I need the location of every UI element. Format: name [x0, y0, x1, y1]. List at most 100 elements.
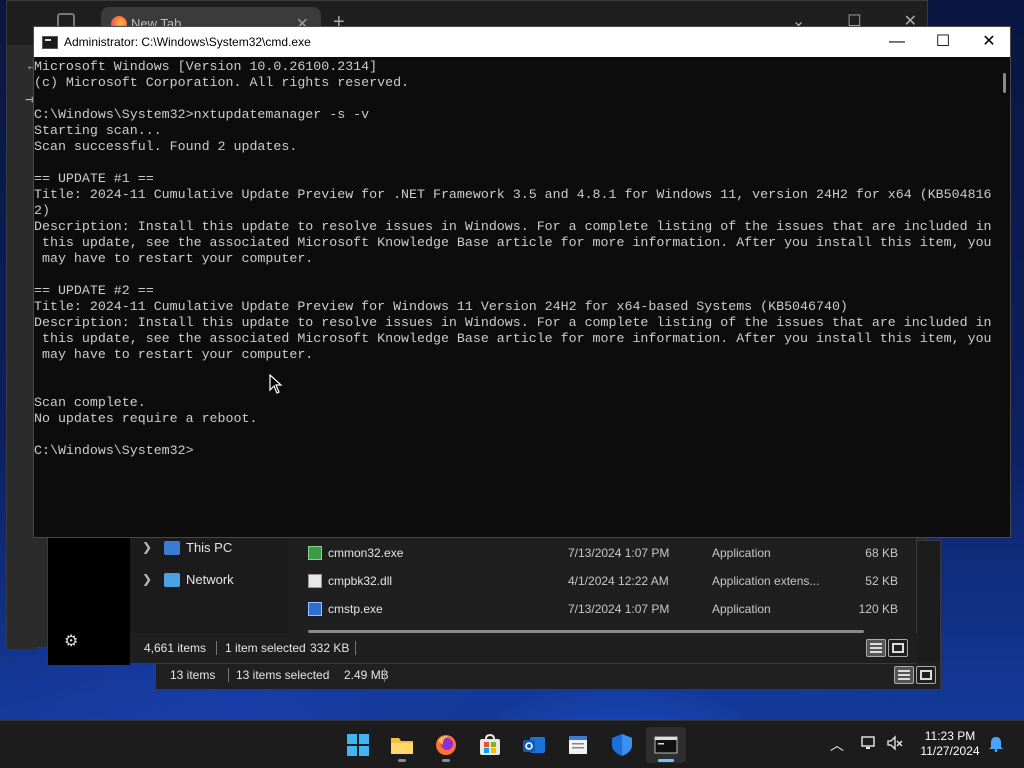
console-line: C:\Windows\System32>	[34, 443, 194, 458]
taskbar-file-explorer[interactable]	[382, 727, 422, 763]
volume-muted-icon[interactable]	[886, 735, 904, 751]
close-button[interactable]: ✕	[966, 30, 1012, 54]
status-size: 332 KB	[310, 641, 350, 655]
taskbar-firefox[interactable]	[426, 727, 466, 763]
nav-item-label: Network	[186, 572, 234, 587]
cmd-app-icon	[42, 36, 58, 49]
console-line: may have to restart your computer.	[34, 347, 314, 362]
running-indicator	[398, 759, 406, 762]
status-bar: 13 items 13 items selected 2.49 MB	[156, 661, 940, 689]
chevron-right-icon[interactable]: ❯	[142, 572, 152, 586]
details-view-button[interactable]	[894, 666, 914, 684]
file-row[interactable]: cmmon32.exe 7/13/2024 1:07 PM Applicatio…	[302, 539, 912, 567]
console-line: Description: Install this update to reso…	[34, 219, 992, 234]
taskbar-command-prompt[interactable]	[646, 727, 686, 763]
status-selected: 1 item selected	[225, 641, 306, 655]
file-explorer-window-front: ⚙ ❯ This PC ❯ Network cmmon32.exe 7/13/2…	[47, 530, 918, 665]
console-line: Starting scan...	[34, 123, 162, 138]
gear-icon[interactable]: ⚙	[64, 631, 78, 651]
notification-bell-icon[interactable]	[988, 736, 1004, 752]
file-size: 68 KB	[865, 546, 898, 560]
chevron-right-icon[interactable]: ❯	[142, 540, 152, 554]
file-name: cmpbk32.dll	[328, 574, 393, 588]
status-size: 2.49 MB	[344, 668, 389, 682]
tiles-view-button[interactable]	[888, 639, 908, 657]
clock-time: 11:23 PM	[924, 729, 976, 743]
terminal-icon	[654, 736, 678, 754]
status-divider	[384, 668, 385, 682]
console-line: C:\Windows\System32>nxtupdatemanager -s …	[34, 107, 370, 122]
console-line: No updates require a reboot.	[34, 411, 258, 426]
console-line: Scan complete.	[34, 395, 146, 410]
console-line: may have to restart your computer.	[34, 251, 314, 266]
maximize-button[interactable]: ☐	[920, 30, 966, 54]
taskbar-defender[interactable]	[602, 727, 642, 763]
navigation-pane: ❯ This PC ❯ Network	[130, 531, 288, 635]
status-divider	[228, 668, 229, 682]
network-status-icon[interactable]	[860, 735, 878, 751]
nav-item-network[interactable]: ❯ Network	[130, 567, 288, 595]
start-button[interactable]	[338, 727, 378, 763]
file-type: Application	[712, 546, 771, 560]
running-indicator	[442, 759, 450, 762]
system-clock[interactable]: 11:23 PM 11/27/2024	[918, 729, 982, 759]
file-type: Application	[712, 602, 771, 616]
status-item-count: 4,661 items	[144, 641, 207, 655]
clock-date: 11/27/2024	[920, 744, 980, 758]
file-list: cmmon32.exe 7/13/2024 1:07 PM Applicatio…	[302, 539, 912, 633]
details-view-button[interactable]	[866, 639, 886, 657]
file-size: 120 KB	[858, 602, 898, 616]
exe-file-icon	[308, 546, 322, 560]
status-divider	[355, 641, 356, 655]
file-size: 52 KB	[865, 574, 898, 588]
explorer-left-rail: ⚙	[48, 531, 130, 665]
nav-item-label: This PC	[186, 540, 233, 555]
taskbar-store[interactable]	[470, 727, 510, 763]
window-titlebar[interactable]: Administrator: C:\Windows\System32\cmd.e…	[34, 27, 1010, 57]
console-line: == UPDATE #2 ==	[34, 283, 154, 298]
file-date: 7/13/2024 1:07 PM	[568, 546, 670, 560]
status-divider	[216, 641, 217, 655]
console-line: Title: 2024-11 Cumulative Update Preview…	[34, 299, 848, 314]
console-line: this update, see the associated Microsof…	[34, 331, 992, 346]
network-icon	[164, 573, 180, 587]
console-line: == UPDATE #1 ==	[34, 171, 154, 186]
file-type: Application extens...	[712, 574, 820, 588]
console-line: Description: Install this update to reso…	[34, 315, 992, 330]
tiles-view-button[interactable]	[916, 666, 936, 684]
show-hidden-icons-chevron-icon[interactable]: ︿	[830, 735, 844, 755]
file-name: cmstp.exe	[328, 602, 383, 616]
taskbar-notepad[interactable]	[558, 727, 598, 763]
minimize-button[interactable]: —	[874, 30, 920, 54]
console-line: Microsoft Windows [Version 10.0.26100.23…	[34, 59, 378, 74]
outlook-icon	[523, 737, 545, 753]
exe-file-icon	[308, 602, 322, 616]
console-line: Title: 2024-11 Cumulative Update Preview…	[34, 187, 992, 202]
defender-icon	[612, 734, 632, 756]
file-row[interactable]: cmpbk32.dll 4/1/2024 12:22 AM Applicatio…	[302, 567, 912, 595]
console-line: Scan successful. Found 2 updates.	[34, 139, 298, 154]
file-name: cmmon32.exe	[328, 546, 404, 560]
nav-item-this-pc[interactable]: ❯ This PC	[130, 535, 288, 563]
active-indicator	[658, 759, 674, 762]
taskbar-outlook[interactable]	[514, 727, 554, 763]
console-output[interactable]: Microsoft Windows [Version 10.0.26100.23…	[34, 57, 996, 537]
vertical-scrollbar[interactable]	[1003, 73, 1006, 93]
file-explorer-icon	[391, 738, 413, 754]
dll-file-icon	[308, 574, 322, 588]
file-row[interactable]: cmstp.exe 7/13/2024 1:07 PM Application …	[302, 595, 912, 623]
file-date: 7/13/2024 1:07 PM	[568, 602, 670, 616]
console-line: this update, see the associated Microsof…	[34, 235, 992, 250]
status-selected: 13 items selected	[236, 668, 330, 682]
window-title: Administrator: C:\Windows\System32\cmd.e…	[64, 35, 311, 49]
start-icon	[347, 734, 369, 756]
console-line: 2)	[34, 203, 50, 218]
pc-icon	[164, 541, 180, 555]
file-date: 4/1/2024 12:22 AM	[568, 574, 669, 588]
taskbar: ︿ 11:23 PM 11/27/2024	[0, 720, 1024, 768]
